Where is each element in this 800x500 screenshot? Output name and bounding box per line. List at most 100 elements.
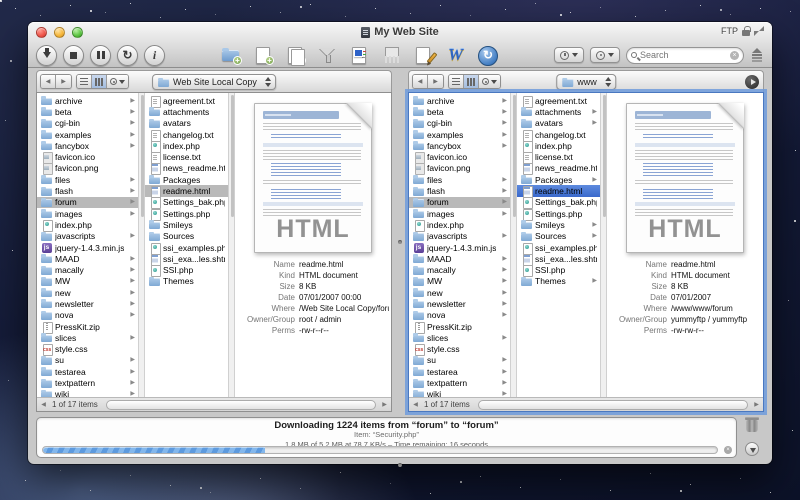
file-row[interactable]: MW▶ — [409, 276, 510, 287]
eject-icon[interactable] — [750, 48, 764, 62]
web-icon[interactable]: W — [445, 45, 466, 65]
file-row[interactable]: agreement.txt — [517, 95, 600, 106]
stop-button[interactable] — [63, 45, 84, 66]
history-dropdown[interactable] — [554, 47, 584, 63]
file-row[interactable]: nova▶ — [409, 310, 510, 321]
file-row[interactable]: Sources — [145, 231, 228, 242]
file-row[interactable]: testarea▶ — [409, 366, 510, 377]
transfers-toggle-button[interactable] — [745, 442, 759, 456]
column-view-button[interactable] — [464, 75, 479, 88]
info-button[interactable]: i — [144, 45, 165, 66]
file-row[interactable]: jquery-1.4.3.min.js — [409, 242, 510, 253]
list-view-button[interactable] — [77, 75, 92, 88]
file-row[interactable]: news_readme.html — [517, 163, 600, 174]
file-row[interactable]: new▶ — [37, 287, 138, 298]
duplicate-icon[interactable]: + — [285, 45, 306, 65]
file-row[interactable]: new▶ — [409, 287, 510, 298]
edit-icon[interactable] — [413, 45, 434, 65]
file-row[interactable]: Settings_bak.php — [145, 197, 228, 208]
file-row[interactable]: style.css — [37, 344, 138, 355]
cancel-transfer-button[interactable]: × — [724, 446, 732, 454]
file-row[interactable]: Packages — [145, 174, 228, 185]
file-row[interactable]: favicon.png — [37, 163, 138, 174]
file-row[interactable]: Settings_bak.php — [517, 197, 600, 208]
file-row[interactable]: nova▶ — [37, 310, 138, 321]
search-input[interactable] — [640, 50, 727, 60]
file-row[interactable]: javascripts▶ — [409, 231, 510, 242]
file-row[interactable]: agreement.txt — [145, 95, 228, 106]
file-row[interactable]: textpattern▶ — [409, 377, 510, 388]
new-file-icon[interactable]: + — [253, 45, 274, 65]
scroll-left-icon[interactable]: ◀ — [37, 401, 50, 408]
column-scrollbar[interactable] — [228, 93, 235, 397]
file-row[interactable]: fancybox▶ — [37, 140, 138, 151]
scroll-right-icon[interactable]: ▶ — [378, 401, 391, 408]
file-row[interactable]: changelog.txt — [145, 129, 228, 140]
search-field[interactable]: × — [626, 47, 744, 64]
column-scrollbar[interactable] — [600, 93, 607, 397]
file-row[interactable]: changelog.txt — [517, 129, 600, 140]
schedule-dropdown[interactable] — [590, 47, 620, 63]
column-scrollbar[interactable] — [138, 93, 145, 397]
file-row[interactable]: favicon.ico — [409, 151, 510, 162]
file-row[interactable]: Smileys▶ — [517, 219, 600, 230]
file-row[interactable]: wiki▶ — [409, 389, 510, 397]
file-row[interactable]: news_readme.html — [145, 163, 228, 174]
file-row[interactable]: index.php — [145, 140, 228, 151]
forward-button[interactable]: ▶ — [428, 75, 443, 88]
file-row[interactable]: archive▶ — [37, 95, 138, 106]
file-row[interactable]: flash▶ — [409, 185, 510, 196]
file-row[interactable]: beta▶ — [37, 106, 138, 117]
file-row[interactable]: ssi_examples.php — [145, 242, 228, 253]
file-row[interactable]: ssi_exa...les.shtml — [517, 253, 600, 264]
file-row[interactable]: index.php — [37, 219, 138, 230]
file-row[interactable]: readme.html — [145, 185, 228, 196]
file-row[interactable]: Smileys — [145, 219, 228, 230]
file-row[interactable]: files▶ — [409, 174, 510, 185]
pane-splitter[interactable] — [392, 70, 408, 412]
action-gear-button[interactable] — [479, 75, 500, 88]
filter-icon[interactable] — [317, 45, 338, 65]
file-row[interactable]: jquery-1.4.3.min.js — [37, 242, 138, 253]
refresh-button[interactable]: ↻ — [117, 45, 138, 66]
action-gear-button[interactable] — [107, 75, 128, 88]
fullscreen-icon[interactable] — [754, 26, 764, 36]
file-row[interactable]: ssi_examples.php — [517, 242, 600, 253]
back-button[interactable]: ◀ — [413, 75, 428, 88]
file-row[interactable]: examples▶ — [409, 129, 510, 140]
shred-icon[interactable] — [381, 45, 402, 65]
local-path-dropdown[interactable]: Web Site Local Copy — [152, 74, 276, 90]
file-row[interactable]: images▶ — [37, 208, 138, 219]
forward-button[interactable]: ▶ — [56, 75, 71, 88]
file-row[interactable]: index.php — [517, 140, 600, 151]
file-row[interactable]: attachments — [145, 106, 228, 117]
trash-icon[interactable] — [745, 417, 759, 432]
file-row[interactable]: Sources▶ — [517, 231, 600, 242]
file-row[interactable]: beta▶ — [409, 106, 510, 117]
file-row[interactable]: forum▶ — [409, 197, 510, 208]
file-row[interactable]: SSI.php — [517, 264, 600, 275]
download-button[interactable] — [36, 45, 57, 66]
file-row[interactable]: forum▶ — [37, 197, 138, 208]
back-button[interactable]: ◀ — [41, 75, 56, 88]
list-view-button[interactable] — [449, 75, 464, 88]
go-button[interactable] — [745, 75, 759, 89]
sync-icon[interactable] — [477, 45, 498, 65]
file-row[interactable]: newsletter▶ — [409, 298, 510, 309]
file-row[interactable]: files▶ — [37, 174, 138, 185]
file-row[interactable]: Packages▶ — [517, 174, 600, 185]
file-row[interactable]: readme.html — [517, 185, 600, 196]
file-row[interactable]: Settings.php — [517, 208, 600, 219]
file-row[interactable]: su▶ — [37, 355, 138, 366]
file-row[interactable]: attachments▶ — [517, 106, 600, 117]
file-row[interactable]: slices▶ — [409, 332, 510, 343]
minimize-button[interactable] — [54, 27, 65, 38]
column-view-button[interactable] — [92, 75, 107, 88]
file-row[interactable]: flash▶ — [37, 185, 138, 196]
file-row[interactable]: fancybox▶ — [409, 140, 510, 151]
file-row[interactable]: cgi-bin▶ — [37, 118, 138, 129]
file-row[interactable]: Themes▶ — [517, 276, 600, 287]
file-row[interactable]: style.css — [409, 344, 510, 355]
file-row[interactable]: Themes — [145, 276, 228, 287]
file-row[interactable]: avatars▶ — [517, 118, 600, 129]
